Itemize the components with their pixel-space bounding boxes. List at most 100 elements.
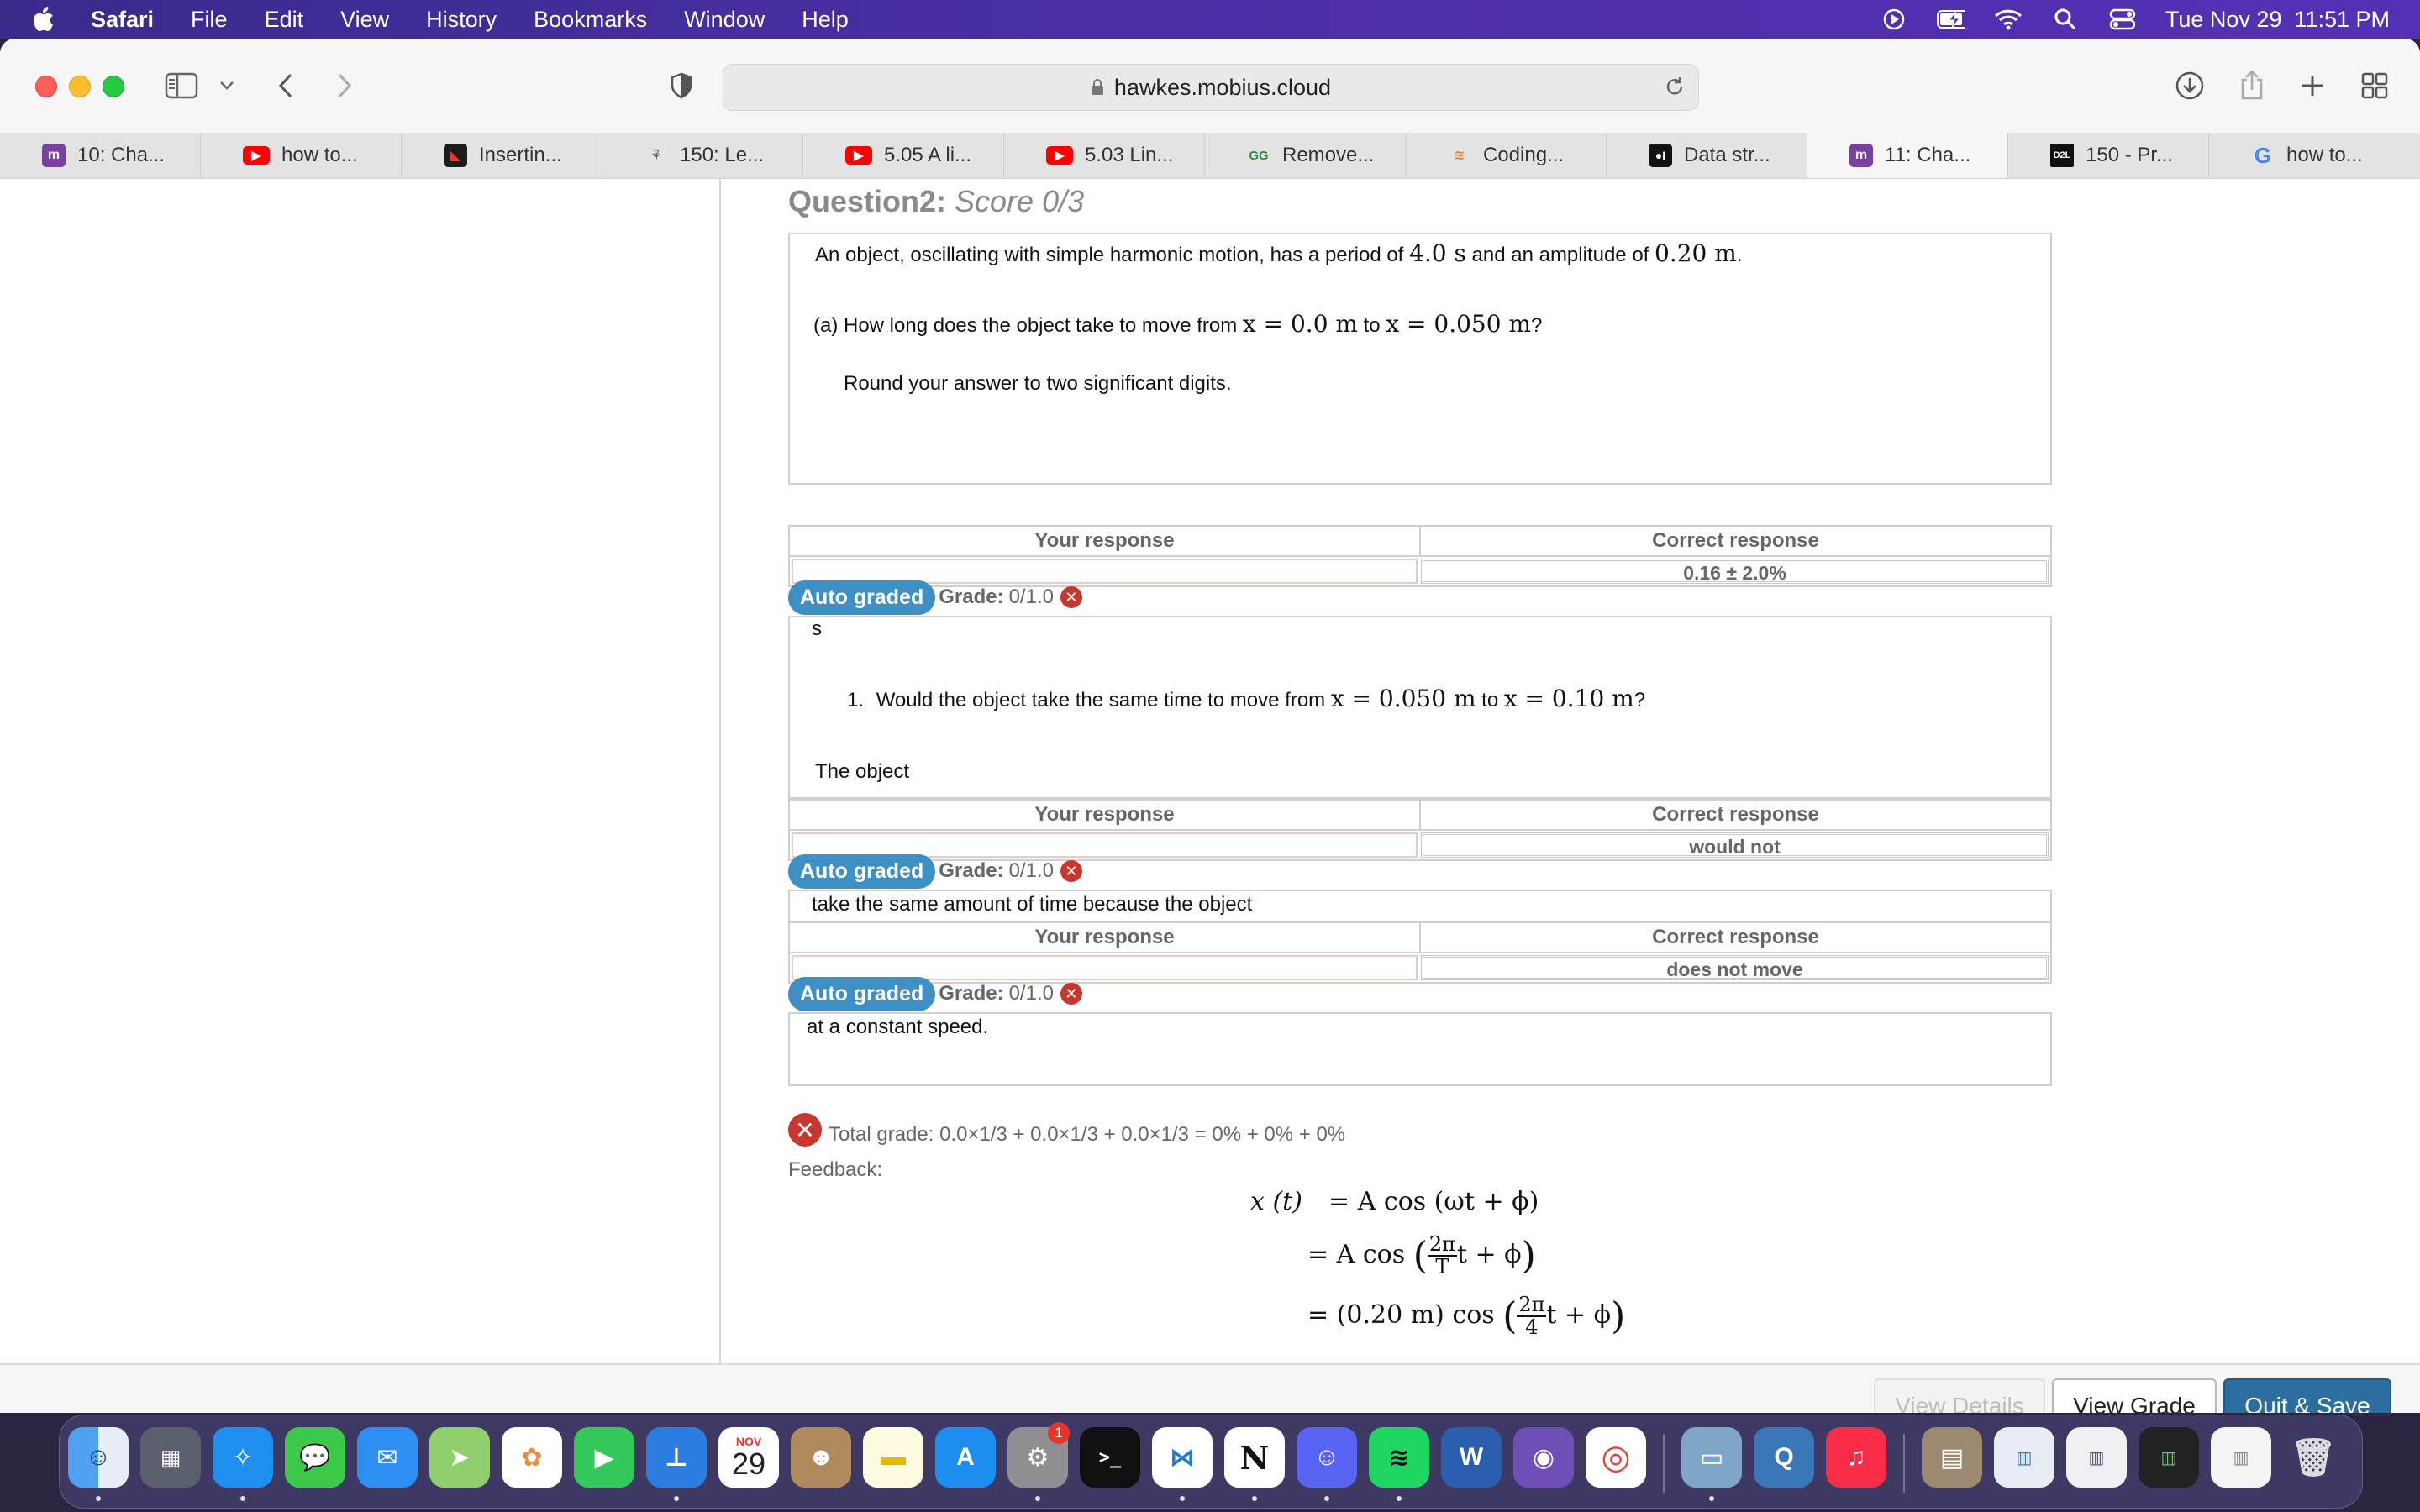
question-number: Question2: xyxy=(788,184,947,218)
minimized-window-thumbnail[interactable]: ▥ xyxy=(2211,1427,2271,1488)
discord-icon[interactable]: ☺ xyxy=(1297,1427,1357,1488)
browser-tab[interactable]: ▶ how to... xyxy=(201,133,402,178)
google-icon: G xyxy=(2254,142,2272,168)
correct-response-value: 0.16 ± 2.0% xyxy=(1421,559,2049,584)
minimized-window-thumbnail[interactable]: ▥ xyxy=(2066,1427,2127,1488)
grade-value: 0/1.0 xyxy=(1008,585,1054,608)
notes-icon[interactable]: ▬ xyxy=(863,1427,923,1488)
same-time-text: take the same amount of time because the… xyxy=(812,893,1253,916)
action-bar: View Details View Grade Quit & Save xyxy=(0,1363,2420,1413)
maps-icon[interactable]: ➤ xyxy=(429,1427,490,1488)
view-details-button[interactable]: View Details xyxy=(1874,1378,2045,1413)
menu-history[interactable]: History xyxy=(426,7,497,33)
now-playing-icon[interactable] xyxy=(1880,7,1908,32)
incorrect-x-icon: ✕ xyxy=(788,1113,822,1147)
control-center-icon[interactable] xyxy=(2108,7,2137,32)
vscode-icon[interactable]: ⋈ xyxy=(1152,1427,1213,1488)
prompt-text: to xyxy=(1363,314,1381,337)
keynote-icon[interactable]: ⊥ xyxy=(646,1427,707,1488)
launchpad-icon[interactable]: ▦ xyxy=(140,1427,201,1488)
browser-tab[interactable]: ▶ 5.05 A li... xyxy=(803,133,1004,178)
tab-label: 5.05 A li... xyxy=(884,144,972,166)
menubar-clock[interactable]: Tue Nov 29 11:51 PM xyxy=(2165,7,2390,33)
view-grade-button[interactable]: View Grade xyxy=(2052,1378,2217,1413)
feedback-label: Feedback: xyxy=(788,1158,883,1181)
privacy-shield-icon[interactable] xyxy=(667,71,696,101)
url-text: hawkes.mobius.cloud xyxy=(1113,74,1332,100)
menu-view[interactable]: View xyxy=(340,7,389,33)
fraction-denominator: 4 xyxy=(1525,1315,1539,1340)
menu-file[interactable]: File xyxy=(191,7,228,33)
downloads-stack-icon[interactable]: ▤ xyxy=(1922,1427,1982,1488)
running-indicator xyxy=(240,1496,245,1501)
word-icon[interactable]: W xyxy=(1441,1427,1502,1488)
trash-icon[interactable]: 🗑 xyxy=(2283,1427,2344,1488)
app-store-icon[interactable]: A xyxy=(935,1427,996,1488)
browser-tab[interactable]: ≋ Coding... xyxy=(1406,133,1607,178)
wifi-icon[interactable] xyxy=(1994,7,2023,32)
new-tab-plus-icon[interactable] xyxy=(2297,71,2328,101)
sidebar-toggle-icon[interactable] xyxy=(165,71,198,101)
menu-help[interactable]: Help xyxy=(802,7,849,33)
forward-arrow-icon[interactable] xyxy=(329,69,360,102)
apple-icon[interactable] xyxy=(30,4,57,34)
youtube-icon: ▶ xyxy=(243,146,270,165)
mobius-m-icon: m xyxy=(42,144,66,167)
browser-tab[interactable]: ▶ 5.03 Lin... xyxy=(1004,133,1205,178)
lock-icon xyxy=(1091,79,1104,96)
browser-tab[interactable]: m 10: Cha... xyxy=(0,133,201,178)
contacts-icon[interactable]: ☻ xyxy=(791,1427,851,1488)
github-desktop-icon[interactable]: ◉ xyxy=(1513,1427,1574,1488)
address-bar[interactable]: hawkes.mobius.cloud xyxy=(723,64,1699,111)
safari-icon[interactable]: ✧ xyxy=(213,1427,273,1488)
terminal-icon[interactable]: >_ xyxy=(1080,1427,1140,1488)
browser-tab[interactable]: GG Remove... xyxy=(1205,133,1406,178)
mail-icon[interactable]: ✉ xyxy=(357,1427,418,1488)
close-window-button[interactable] xyxy=(35,76,57,97)
tab-overview-icon[interactable] xyxy=(2360,71,2390,101)
messages-icon[interactable]: 💬 xyxy=(285,1427,345,1488)
downloads-icon[interactable] xyxy=(2173,69,2207,102)
tab-label: Remove... xyxy=(1282,144,1375,166)
chevron-down-icon[interactable] xyxy=(217,76,237,96)
dock: ☺ ▦ ✧ 💬 ✉ ➤ ✿ ▶ ⊥ NOV 29 ☻ ▬ A ⚙ 1 >_ ⋈ … xyxy=(59,1415,2363,1509)
browser-tab[interactable]: ◣ Insertin... xyxy=(402,133,602,178)
music-icon[interactable]: ♫ xyxy=(1826,1427,1886,1488)
quit-save-button[interactable]: Quit & Save xyxy=(2223,1378,2391,1413)
battery-icon[interactable] xyxy=(1936,7,1965,32)
menu-bookmarks[interactable]: Bookmarks xyxy=(534,7,647,33)
notion-icon[interactable]: N xyxy=(1224,1427,1285,1488)
minimized-window-thumbnail[interactable]: ▥ xyxy=(2139,1427,2199,1488)
grade-label: Grade: xyxy=(939,859,1004,882)
calendar-icon[interactable]: NOV 29 xyxy=(718,1427,779,1488)
question-part-box: s 1. Would the object take the same time… xyxy=(788,616,2052,799)
finder-icon[interactable]: ☺ xyxy=(68,1427,129,1488)
maximize-window-button[interactable] xyxy=(103,76,124,97)
equation-text: t + ϕ xyxy=(1456,1240,1522,1270)
geeksforgeeks-icon: GG xyxy=(1249,148,1269,163)
browser-tab[interactable]: Ghow to... xyxy=(2209,133,2410,178)
photos-icon[interactable]: ✿ xyxy=(502,1427,562,1488)
browser-tab-active[interactable]: m 11: Cha... xyxy=(1807,133,2008,178)
preview-icon[interactable]: ▭ xyxy=(1681,1427,1742,1488)
menu-app-name[interactable]: Safari xyxy=(91,7,154,33)
facetime-icon[interactable]: ▶ xyxy=(574,1427,634,1488)
question-score: Score 0/3 xyxy=(955,184,1085,218)
quicktime-icon[interactable]: Q xyxy=(1754,1427,1814,1488)
browser-tab[interactable]: ⚘ 150: Le... xyxy=(602,133,803,178)
spotify-icon[interactable]: ≋ xyxy=(1369,1427,1429,1488)
spotlight-search-icon[interactable] xyxy=(2051,7,2080,32)
minimize-window-button[interactable] xyxy=(69,76,91,97)
reload-icon[interactable] xyxy=(1663,75,1686,104)
prompt-text: ? xyxy=(1531,314,1543,337)
chrome-icon[interactable]: ◎ xyxy=(1586,1427,1646,1488)
menu-window[interactable]: Window xyxy=(684,7,765,33)
back-arrow-icon[interactable] xyxy=(271,69,301,102)
browser-tab[interactable]: ●I Data str... xyxy=(1607,133,1807,178)
youtube-icon: ▶ xyxy=(845,146,872,165)
minimized-window-thumbnail[interactable]: ▥ xyxy=(1994,1427,2054,1488)
share-icon[interactable] xyxy=(2235,67,2269,102)
menu-edit[interactable]: Edit xyxy=(265,7,304,33)
browser-tab[interactable]: D2L 150 - Pr... xyxy=(2008,133,2209,178)
total-grade-text: Total grade: 0.0×1/3 + 0.0×1/3 + 0.0×1/3… xyxy=(829,1123,1346,1146)
